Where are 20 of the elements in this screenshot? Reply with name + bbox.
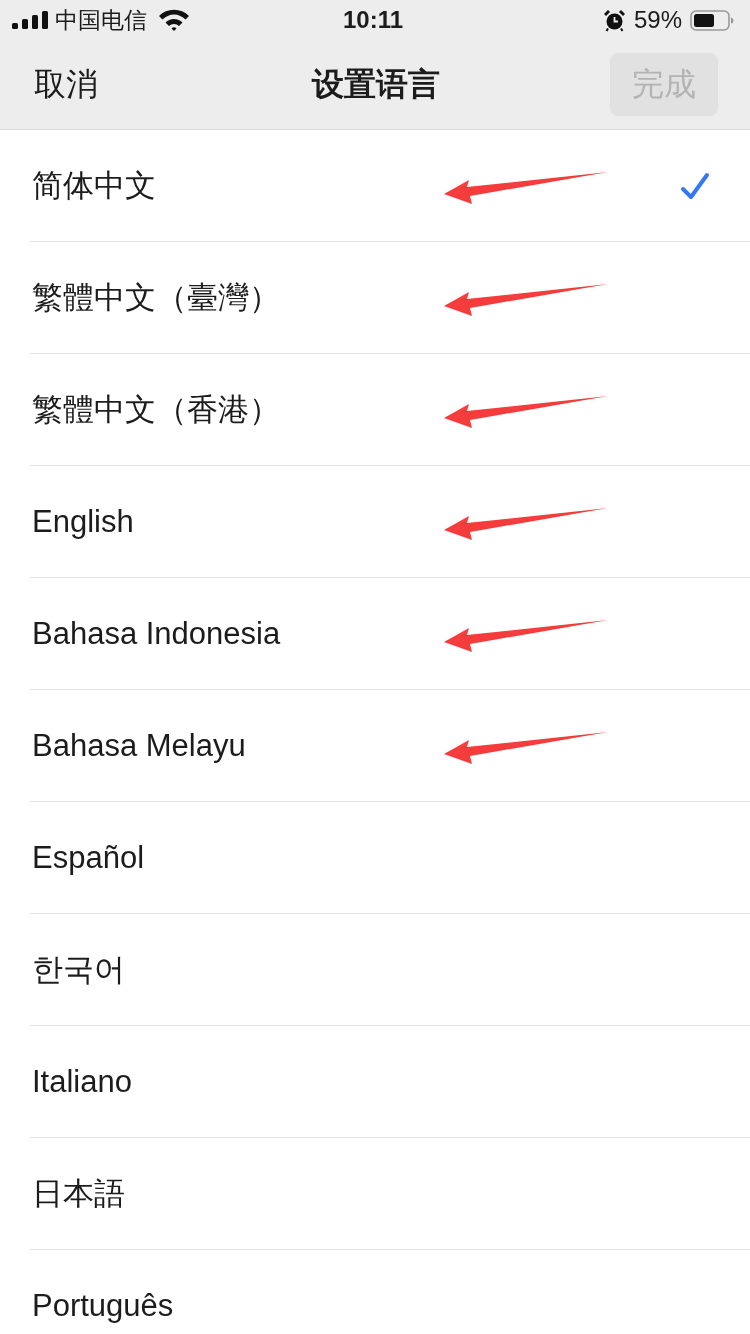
signal-icon (12, 11, 48, 29)
alarm-clock-icon (602, 8, 626, 32)
language-option[interactable]: English (30, 466, 750, 578)
language-option[interactable]: Español (30, 802, 750, 914)
battery-percentage: 59% (633, 6, 682, 34)
language-option[interactable]: 简体中文 (30, 130, 750, 242)
language-option[interactable]: Bahasa Indonesia (30, 578, 750, 690)
page-title: 设置语言 (312, 64, 440, 104)
status-time: 10:11 (342, 6, 404, 34)
language-option[interactable]: 繁體中文（臺灣） (30, 242, 750, 354)
carrier-name: 中国电信 (55, 5, 147, 35)
language-option[interactable]: Bahasa Melayu (30, 690, 750, 802)
language-option[interactable]: 日本語 (30, 1138, 750, 1250)
language-option[interactable]: 한국어 (30, 914, 750, 1026)
language-option[interactable]: 繁體中文（香港） (30, 354, 750, 466)
wifi-icon (158, 9, 190, 31)
language-option[interactable]: Português (30, 1250, 750, 1334)
language-option[interactable]: Italiano (30, 1026, 750, 1138)
battery-icon (690, 9, 734, 31)
cancel-button[interactable]: 取消 (34, 62, 98, 107)
